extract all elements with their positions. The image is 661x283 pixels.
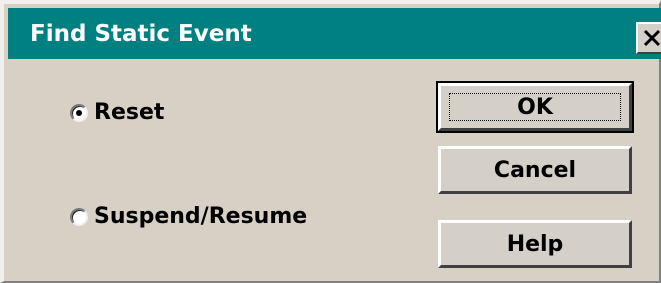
cancel-button-label: Cancel — [493, 157, 577, 183]
radio-reset-label[interactable]: Reset — [94, 100, 164, 125]
radio-reset-indicator[interactable] — [70, 103, 88, 122]
title-bar[interactable]: Find Static Event — [8, 8, 661, 59]
cancel-button[interactable]: Cancel — [438, 146, 632, 194]
radio-selected-dot — [76, 109, 82, 116]
radio-suspend-resume-label[interactable]: Suspend/Resume — [94, 204, 307, 229]
close-button[interactable] — [636, 22, 661, 54]
dialog-title: Find Static Event — [30, 21, 252, 47]
close-icon — [643, 29, 661, 47]
radio-suspend-resume[interactable]: Suspend/Resume — [70, 204, 307, 229]
find-static-event-dialog: Find Static Event Reset Suspend/Resume O… — [0, 0, 661, 283]
radio-reset[interactable]: Reset — [70, 100, 164, 125]
help-button[interactable]: Help — [438, 220, 632, 268]
help-button-label: Help — [506, 231, 564, 257]
radio-suspend-resume-indicator[interactable] — [70, 207, 88, 226]
ok-button-label: OK — [517, 94, 553, 120]
ok-button[interactable]: OK — [436, 81, 634, 133]
